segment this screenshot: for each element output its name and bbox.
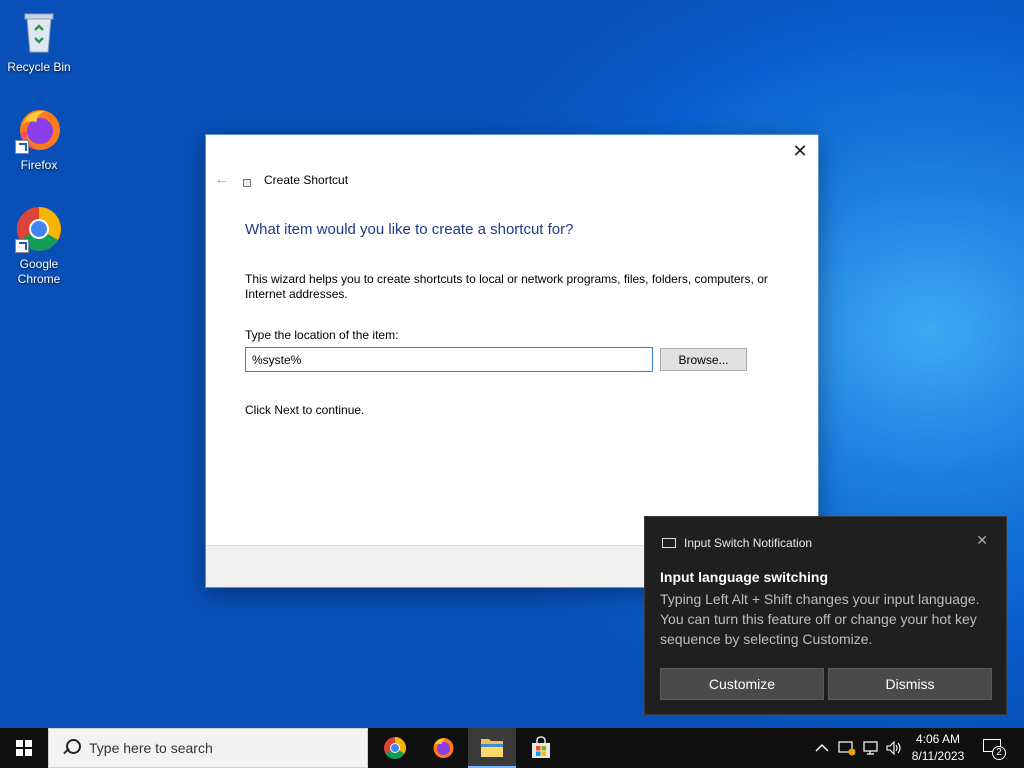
desktop-icon-firefox[interactable]: Firefox <box>1 106 77 173</box>
tray-volume-icon[interactable] <box>885 728 903 768</box>
desktop-icon-recycle-bin[interactable]: Recycle Bin <box>1 8 77 75</box>
wizard-heading: What item would you like to create a sho… <box>245 221 574 238</box>
folder-icon <box>481 739 503 757</box>
location-input[interactable] <box>245 347 653 372</box>
store-icon <box>532 736 550 758</box>
taskbar-app-firefox[interactable] <box>419 728 467 768</box>
taskbar-clock[interactable]: 4:06 AM 8/11/2023 <box>908 731 968 765</box>
taskbar-app-file-explorer[interactable] <box>468 728 516 768</box>
action-center-button[interactable]: 2 <box>980 736 1006 760</box>
desktop: Recycle Bin Firefox Google Chrome ✕ ← Cr… <box>0 0 1024 728</box>
back-arrow-button[interactable]: ← <box>214 171 230 189</box>
desktop-icon-label: Firefox <box>20 158 58 172</box>
security-warning-icon <box>838 741 856 756</box>
browse-button[interactable]: Browse... <box>660 348 747 371</box>
taskbar-app-microsoft-store[interactable] <box>517 728 565 768</box>
tray-security-icon[interactable] <box>838 728 856 768</box>
desktop-icon-label: Google Chrome <box>17 257 61 286</box>
wizard-description: This wizard helps you to create shortcut… <box>245 272 768 301</box>
shortcut-arrow-icon <box>15 140 29 154</box>
tray-overflow-chevron[interactable] <box>815 728 829 768</box>
search-icon <box>61 738 81 758</box>
recycle-bin-icon <box>15 8 63 56</box>
search-placeholder: Type here to search <box>89 740 213 756</box>
taskbar-search-box[interactable]: Type here to search <box>48 728 368 768</box>
notification-title: Input language switching <box>660 569 828 585</box>
speaker-icon <box>886 740 901 756</box>
close-button[interactable]: ✕ <box>790 141 810 161</box>
notification-close-button[interactable]: ✕ <box>976 532 988 549</box>
tray-network-icon[interactable] <box>862 728 880 768</box>
taskbar-app-chrome[interactable] <box>371 728 419 768</box>
shortcut-arrow-icon <box>15 239 29 253</box>
keyboard-icon <box>662 538 676 548</box>
customize-button[interactable]: Customize <box>660 668 824 700</box>
clock-time: 4:06 AM <box>915 732 961 746</box>
shortcut-wizard-icon <box>243 179 251 187</box>
notification-count: 2 <box>992 746 1006 760</box>
taskbar: Type here to search 4:06 AM 8/11/2023 2 <box>0 728 1024 768</box>
windows-logo-icon <box>16 740 32 756</box>
dialog-title: Create Shortcut <box>264 173 349 187</box>
network-icon <box>863 741 878 755</box>
chrome-icon <box>384 737 406 759</box>
notification-app-name: Input Switch Notification <box>684 536 813 550</box>
firefox-icon <box>15 106 63 154</box>
start-button[interactable] <box>0 728 48 768</box>
continue-hint: Click Next to continue. <box>245 403 365 417</box>
chevron-up-icon <box>815 743 829 752</box>
clock-date: 8/11/2023 <box>911 749 965 763</box>
firefox-icon <box>433 738 454 758</box>
dismiss-button[interactable]: Dismiss <box>828 668 992 700</box>
notification-body: Typing Left Alt + Shift changes your inp… <box>660 591 980 647</box>
input-switch-notification: Input Switch Notification ✕ Input langua… <box>644 516 1007 715</box>
location-label: Type the location of the item: <box>245 328 399 342</box>
desktop-icon-google-chrome[interactable]: Google Chrome <box>1 205 77 287</box>
desktop-icon-label: Recycle Bin <box>7 60 71 74</box>
chrome-icon <box>15 205 63 253</box>
